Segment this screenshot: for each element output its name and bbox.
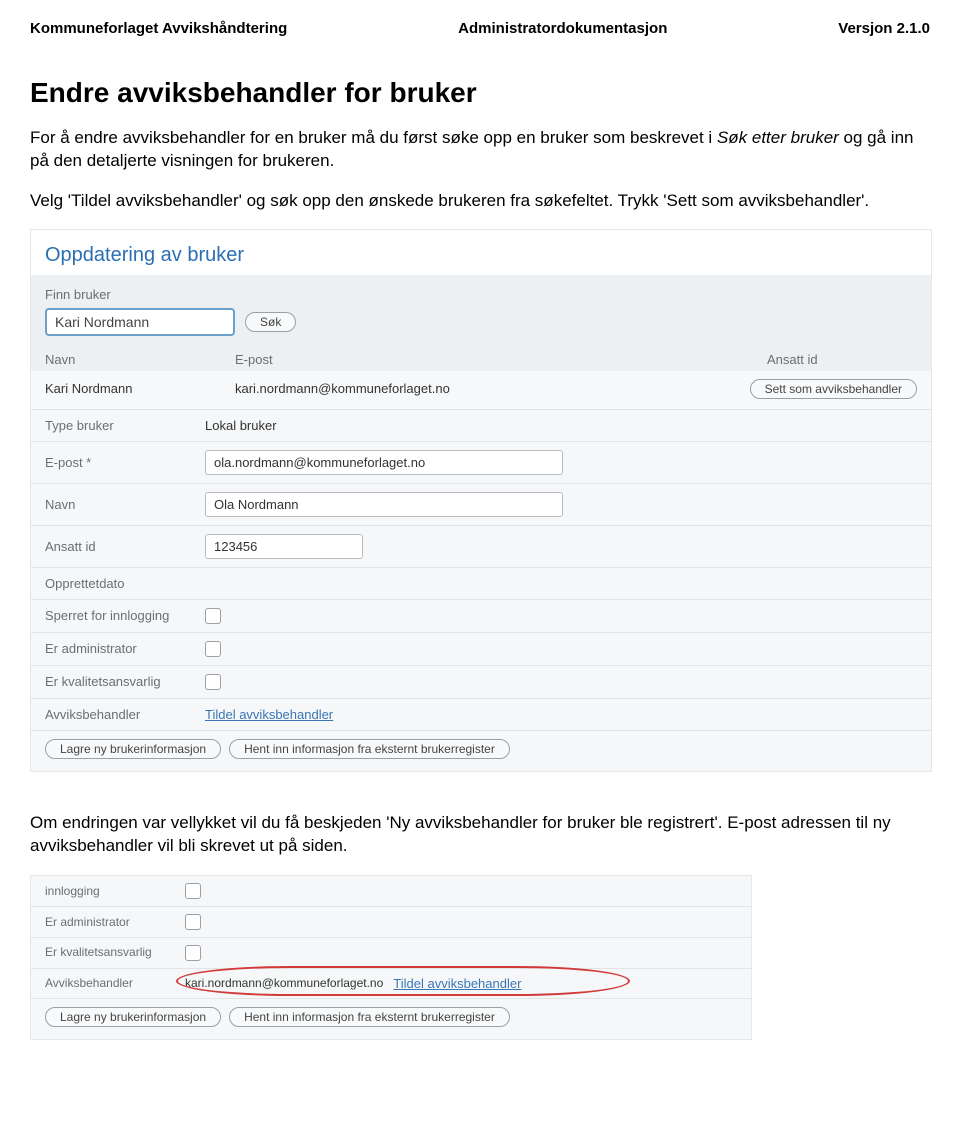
- opprettetdato-label: Opprettetdato: [45, 576, 205, 591]
- s2-fetch-button[interactable]: Hent inn informasjon fra eksternt bruker…: [229, 1007, 510, 1027]
- kvalitet-checkbox[interactable]: [205, 674, 221, 690]
- result-navn: Kari Nordmann: [45, 381, 235, 396]
- sperret-label: Sperret for innlogging: [45, 608, 205, 624]
- header-center: Administratordokumentasjon: [458, 20, 667, 37]
- search-button[interactable]: Søk: [245, 312, 296, 332]
- outro-paragraph: Om endringen var vellykket vil du få bes…: [30, 812, 930, 858]
- sperret-checkbox[interactable]: [205, 608, 221, 624]
- tildel-avviksbehandler-link[interactable]: Tildel avviksbehandler: [205, 707, 333, 722]
- screenshot-result: innlogging Er administrator Er kvalitets…: [30, 875, 752, 1040]
- navn-input[interactable]: [205, 492, 563, 517]
- find-user-input[interactable]: [45, 308, 235, 336]
- ansatt-id-input[interactable]: [205, 534, 363, 559]
- s2-tildel-link[interactable]: Tildel avviksbehandler: [393, 976, 521, 991]
- epost-label: E-post *: [45, 455, 205, 470]
- ansatt-id-label: Ansatt id: [45, 539, 205, 554]
- s2-admin-label: Er administrator: [45, 915, 185, 929]
- intro-paragraph-2: Velg 'Tildel avviksbehandler' og søk opp…: [30, 190, 930, 213]
- epost-input[interactable]: [205, 450, 563, 475]
- admin-label: Er administrator: [45, 641, 205, 656]
- s2-kvalitet-label: Er kvalitetsansvarlig: [45, 945, 185, 959]
- s2-kvalitet-checkbox[interactable]: [185, 945, 201, 961]
- admin-checkbox[interactable]: [205, 641, 221, 657]
- s2-save-button[interactable]: Lagre ny brukerinformasjon: [45, 1007, 221, 1027]
- find-user-label: Finn bruker: [45, 287, 917, 302]
- type-bruker-label: Type bruker: [45, 418, 205, 433]
- s2-avviksbehandler-label: Avviksbehandler: [45, 976, 185, 990]
- column-ansatt-id: Ansatt id: [767, 352, 917, 367]
- result-epost: kari.nordmann@kommuneforlaget.no: [235, 381, 750, 396]
- search-result-row: Kari Nordmann kari.nordmann@kommuneforla…: [31, 371, 931, 410]
- column-epost: E-post: [235, 352, 767, 367]
- s2-avviksbehandler-email: kari.nordmann@kommuneforlaget.no: [185, 976, 383, 990]
- page-title: Endre avviksbehandler for bruker: [30, 77, 930, 109]
- avviksbehandler-label: Avviksbehandler: [45, 707, 205, 722]
- s2-innlogging-checkbox[interactable]: [185, 883, 201, 899]
- set-avviksbehandler-button[interactable]: Sett som avviksbehandler: [750, 379, 917, 399]
- s2-admin-checkbox[interactable]: [185, 914, 201, 930]
- header-right: Versjon 2.1.0: [838, 20, 930, 37]
- page-header: Kommuneforlaget Avvikshåndtering Adminis…: [30, 20, 930, 37]
- fetch-external-button[interactable]: Hent inn informasjon fra eksternt bruker…: [229, 739, 510, 759]
- screenshot-update-user: Oppdatering av bruker Finn bruker Søk Na…: [30, 229, 932, 772]
- save-user-button[interactable]: Lagre ny brukerinformasjon: [45, 739, 221, 759]
- intro-paragraph-1: For å endre avviksbehandler for en bruke…: [30, 127, 930, 173]
- s2-innlogging-label: innlogging: [45, 884, 185, 898]
- panel-title: Oppdatering av bruker: [31, 230, 931, 275]
- column-navn: Navn: [45, 352, 235, 367]
- kvalitet-label: Er kvalitetsansvarlig: [45, 674, 205, 690]
- navn-label: Navn: [45, 497, 205, 512]
- type-bruker-value: Lokal bruker: [205, 418, 277, 433]
- header-left: Kommuneforlaget Avvikshåndtering: [30, 20, 287, 37]
